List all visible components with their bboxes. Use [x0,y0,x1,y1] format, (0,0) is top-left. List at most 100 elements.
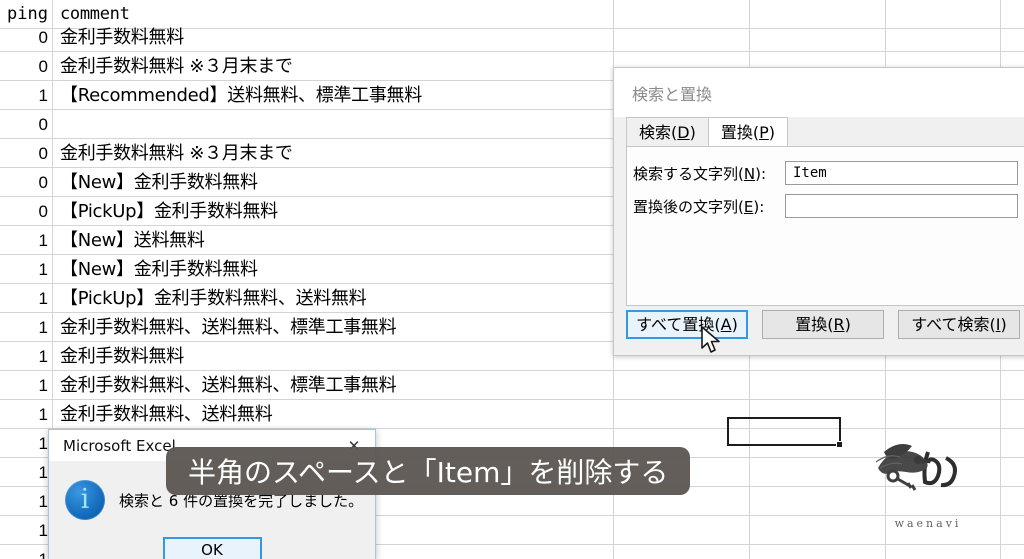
tab-find-accel: D [677,123,690,142]
cell-shipping[interactable]: 0 [0,196,53,226]
empty-cell[interactable] [886,428,1001,458]
empty-cell[interactable] [750,486,886,516]
message-box-title: Microsoft Excel [63,436,176,455]
replace-with-row: 置換後の文字列(E): [633,194,1024,218]
info-icon: i [65,480,105,520]
cell-shipping[interactable]: 1 [0,225,53,255]
empty-cell[interactable] [886,399,1001,429]
cell-shipping[interactable]: 1 [0,283,53,313]
info-icon-glyph: i [80,483,90,515]
dialog-panel: 検索する文字列(N): Item 置換後の文字列(E): [626,146,1024,306]
caption-text: 半角のスペースと「Item」を削除する [188,456,669,489]
dialog-title: 検索と置換 [632,84,713,104]
replace-with-input[interactable] [785,194,1018,218]
empty-cell[interactable] [614,370,750,400]
find-what-label: 検索する文字列(N): [633,163,785,184]
dialog-titlebar: 検索と置換 [614,68,1024,117]
cell-comment[interactable]: 【New】金利手数料無料 [53,167,614,197]
empty-cell[interactable] [886,370,1001,400]
cell-comment[interactable]: 【PickUp】金利手数料無料 [53,196,614,226]
empty-cell[interactable] [886,515,1001,545]
tab-replace-label-end: ) [768,123,775,142]
empty-cell[interactable] [886,486,1001,516]
table-row[interactable]: 1 金利手数料無料、送料無料 [0,399,1024,429]
cell-comment[interactable]: 金利手数料無料 [53,22,614,52]
cell-comment[interactable]: 【New】送料無料 [53,225,614,255]
cell-comment[interactable]: 金利手数料無料、送料無料、標準工事無料 [53,312,614,342]
replace-label-end: ) [844,315,851,334]
cell-comment[interactable]: 【Recommended】送料無料、標準工事無料 [53,80,614,110]
replace-all-label: すべて置換( [636,315,721,334]
cell-shipping[interactable]: 0 [0,167,53,197]
find-what-accel: N [743,164,756,183]
find-all-label: すべて検索( [911,315,996,334]
replace-accel: R [833,315,845,334]
empty-cell[interactable] [750,544,886,559]
cell-comment[interactable]: 金利手数料無料 [53,341,614,371]
cell-shipping[interactable]: 0 [0,51,53,81]
cell-comment[interactable]: 金利手数料無料 ※３月末まで [53,138,614,168]
empty-cell[interactable] [750,457,886,487]
table-row[interactable]: 0 金利手数料無料 [0,22,1024,52]
replace-all-button[interactable]: すべて置換(A) [626,310,748,339]
empty-cell[interactable] [750,515,886,545]
cell-shipping[interactable]: 1 [0,370,53,400]
cell-shipping[interactable]: 1 [0,80,53,110]
cell-shipping[interactable]: 1 [0,254,53,284]
cell-shipping[interactable]: 1 [0,341,53,371]
tab-find-label: 検索( [639,123,678,142]
empty-cell[interactable] [886,457,1001,487]
tab-find[interactable]: 検索(D) [626,117,709,146]
dialog-tabstrip[interactable]: 検索(D) 置換(P) [626,117,1024,146]
cell-shipping[interactable]: 1 [0,486,53,516]
tab-replace-accel: P [759,123,769,142]
find-what-row: 検索する文字列(N): Item [633,161,1024,185]
replace-with-accel: E [743,197,754,216]
empty-cell[interactable] [614,544,750,559]
dialog-button-row: すべて置換(A) 置換(R) すべて検索(I) [626,310,1020,339]
selected-cell[interactable] [727,417,843,448]
cell-shipping[interactable]: 0 [0,109,53,139]
fill-handle[interactable] [836,441,843,448]
cell-shipping[interactable]: 1 [0,515,53,545]
cell-comment[interactable] [53,109,614,139]
find-all-button[interactable]: すべて検索(I) [898,310,1020,339]
cell-shipping[interactable]: 1 [0,428,53,458]
replace-with-label: 置換後の文字列(E): [633,196,785,217]
ok-button[interactable]: OK [162,537,262,559]
tab-replace[interactable]: 置換(P) [707,117,788,146]
find-and-replace-dialog[interactable]: 検索と置換 検索(D) 置換(P) 検索する文字列(N): Item 置換後の文… [613,67,1024,356]
screen-root: ping comment 0 金利手数料無料 0 金利手数料無料 ※３月末まで 1 【Reco… [0,0,1024,559]
find-all-label-end: ) [1000,315,1007,334]
empty-cell[interactable] [750,22,886,52]
cell-comment[interactable]: 【New】金利手数料無料 [53,254,614,284]
find-what-input[interactable]: Item [785,161,1018,185]
cell-shipping[interactable]: 0 [0,138,53,168]
table-row[interactable]: 1 金利手数料無料、送料無料、標準工事無料 [0,370,1024,400]
cell-shipping[interactable]: 0 [0,22,53,52]
replace-all-accel: A [720,315,732,334]
empty-cell[interactable] [614,22,750,52]
cell-shipping[interactable]: 1 [0,544,53,559]
cell-shipping[interactable]: 1 [0,312,53,342]
cell-shipping[interactable]: 1 [0,399,53,429]
replace-label: 置換( [795,315,834,334]
tab-replace-label: 置換( [720,123,760,142]
message-box-button-row: OK [49,537,375,559]
replace-with-label-text: 置換後の文字列( [633,197,744,216]
cell-comment[interactable]: 金利手数料無料、送料無料、標準工事無料 [53,370,614,400]
cell-shipping[interactable]: 1 [0,457,53,487]
empty-cell[interactable] [614,515,750,545]
cell-comment[interactable]: 金利手数料無料、送料無料 [53,399,614,429]
caption-overlay: 半角のスペースと「Item」を削除する [166,447,691,495]
empty-cell[interactable] [886,22,1001,52]
cell-comment[interactable]: 金利手数料無料 ※３月末まで [53,51,614,81]
find-what-label-text: 検索する文字列( [633,164,744,183]
replace-with-label-end: ): [753,197,765,216]
empty-cell[interactable] [750,370,886,400]
replace-all-label-end: ) [731,315,738,334]
empty-cell[interactable] [886,544,1001,559]
find-what-label-end: ): [755,164,766,183]
replace-button[interactable]: 置換(R) [762,310,884,339]
cell-comment[interactable]: 【PickUp】金利手数料無料、送料無料 [53,283,614,313]
